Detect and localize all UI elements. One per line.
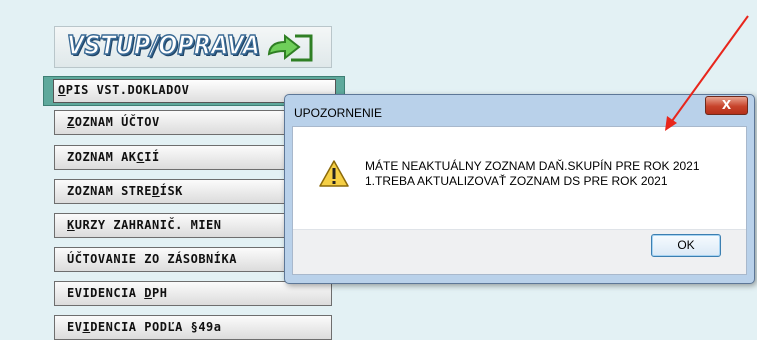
annotation-arrow [665,15,749,131]
application-window: VSTUP/OPRAVA OPIS VST.DOKLADOV ZOZNAM ÚČ… [0,0,757,340]
